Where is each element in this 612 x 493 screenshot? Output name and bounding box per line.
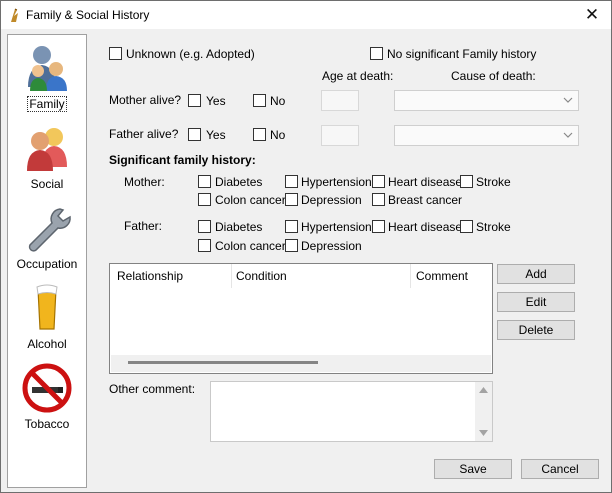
column-header-comment[interactable]: Comment — [409, 264, 493, 288]
cancel-button[interactable]: Cancel — [521, 459, 599, 479]
mother-alive-label: Mother alive? — [109, 93, 182, 107]
father-condition-checkbox[interactable] — [285, 220, 298, 233]
column-header-relationship[interactable]: Relationship — [110, 264, 231, 288]
mother-condition-label: Hypertension — [301, 175, 372, 189]
mother-condition-checkbox[interactable] — [372, 193, 385, 206]
sidebar-item-label: Tobacco — [24, 417, 70, 431]
scrollbar-thumb[interactable] — [128, 361, 318, 364]
chevron-down-icon — [563, 97, 573, 103]
sidebar-item-family[interactable]: Family — [8, 39, 86, 115]
sidebar-item-occupation[interactable]: Occupation — [8, 199, 86, 275]
age-at-death-label: Age at death: — [322, 69, 394, 83]
other-comment-label: Other comment: — [109, 382, 196, 396]
other-comment-textarea[interactable] — [210, 381, 493, 442]
unknown-checkbox[interactable] — [109, 47, 122, 60]
horizontal-scrollbar[interactable] — [111, 355, 491, 372]
sidebar-item-label: Family — [27, 96, 67, 112]
family-history-table[interactable]: Relationship Condition Comment — [109, 263, 493, 374]
app-icon — [11, 8, 18, 22]
father-condition-label: Diabetes — [215, 220, 263, 234]
cause-of-death-label: Cause of death: — [451, 69, 536, 83]
mother-alive-no-label: No — [270, 94, 286, 108]
save-button[interactable]: Save — [434, 459, 512, 479]
father-condition-checkbox[interactable] — [460, 220, 473, 233]
mother-condition-label: Colon cancer — [215, 193, 286, 207]
father-condition-checkbox[interactable] — [372, 220, 385, 233]
father-alive-label: Father alive? — [109, 127, 179, 141]
no-significant-history-checkbox[interactable] — [370, 47, 383, 60]
edit-button[interactable]: Edit — [497, 292, 575, 312]
close-icon: ✕ — [584, 5, 600, 24]
mother-condition-checkbox[interactable] — [372, 175, 385, 188]
wrench-icon — [28, 208, 71, 252]
scroll-down-icon[interactable] — [479, 430, 488, 436]
father-age-at-death-input[interactable] — [321, 125, 359, 146]
unknown-label: Unknown (e.g. Adopted) — [126, 47, 255, 61]
no-smoking-icon — [22, 363, 72, 413]
sidebar-item-label: Social — [30, 177, 64, 191]
sidebar-item-alcohol[interactable]: Alcohol — [8, 279, 86, 355]
column-header-condition[interactable]: Condition — [229, 264, 409, 288]
add-button[interactable]: Add — [497, 264, 575, 284]
father-alive-no-label: No — [270, 128, 286, 142]
window-title: Family & Social History — [26, 8, 150, 22]
significant-history-heading: Significant family history: — [109, 153, 256, 167]
sidebar-item-social[interactable]: Social — [8, 119, 86, 195]
sidebar-item-label: Alcohol — [27, 337, 67, 351]
mother-cause-of-death-select[interactable] — [394, 90, 579, 111]
father-cause-of-death-select[interactable] — [394, 125, 579, 146]
title-bar: Family & Social History ✕ — [1, 1, 611, 29]
mother-alive-no-checkbox[interactable] — [253, 94, 266, 107]
no-significant-history-label: No significant Family history — [387, 47, 537, 61]
mother-condition-checkbox[interactable] — [198, 193, 211, 206]
mother-condition-label: Stroke — [476, 175, 511, 189]
father-conditions-label: Father: — [124, 219, 163, 233]
family-icon — [28, 46, 67, 91]
father-alive-yes-checkbox[interactable] — [188, 128, 201, 141]
mother-condition-checkbox[interactable] — [285, 193, 298, 206]
father-condition-label: Stroke — [476, 220, 511, 234]
father-condition-checkbox[interactable] — [285, 239, 298, 252]
family-social-history-window: Family & Social History ✕ Family Social — [0, 0, 612, 493]
scroll-up-icon[interactable] — [479, 387, 488, 393]
father-alive-yes-label: Yes — [206, 128, 226, 142]
mother-condition-label: Heart disease — [388, 175, 463, 189]
sidebar-item-label: Occupation — [16, 257, 78, 271]
father-condition-label: Depression — [301, 239, 362, 253]
chevron-down-icon — [563, 132, 573, 138]
father-condition-label: Hypertension — [301, 220, 372, 234]
mother-condition-checkbox[interactable] — [460, 175, 473, 188]
mother-condition-checkbox[interactable] — [285, 175, 298, 188]
father-condition-checkbox[interactable] — [198, 239, 211, 252]
father-condition-label: Colon cancer — [215, 239, 286, 253]
vertical-scrollbar[interactable] — [475, 382, 492, 441]
mother-age-at-death-input[interactable] — [321, 90, 359, 111]
social-icon — [27, 128, 67, 171]
father-condition-checkbox[interactable] — [198, 220, 211, 233]
mother-alive-yes-checkbox[interactable] — [188, 94, 201, 107]
mother-alive-yes-label: Yes — [206, 94, 226, 108]
father-condition-label: Heart disease — [388, 220, 463, 234]
mother-condition-checkbox[interactable] — [198, 175, 211, 188]
mother-condition-label: Depression — [301, 193, 362, 207]
beer-icon — [36, 284, 58, 330]
close-button[interactable]: ✕ — [573, 1, 611, 29]
delete-button[interactable]: Delete — [497, 320, 575, 340]
mother-condition-label: Breast cancer — [388, 193, 463, 207]
father-alive-no-checkbox[interactable] — [253, 128, 266, 141]
mother-conditions-label: Mother: — [124, 175, 165, 189]
mother-condition-label: Diabetes — [215, 175, 263, 189]
sidebar-item-tobacco[interactable]: Tobacco — [8, 359, 86, 435]
sidebar: Family Social Occupation Alcohol Tobacco — [7, 34, 87, 488]
